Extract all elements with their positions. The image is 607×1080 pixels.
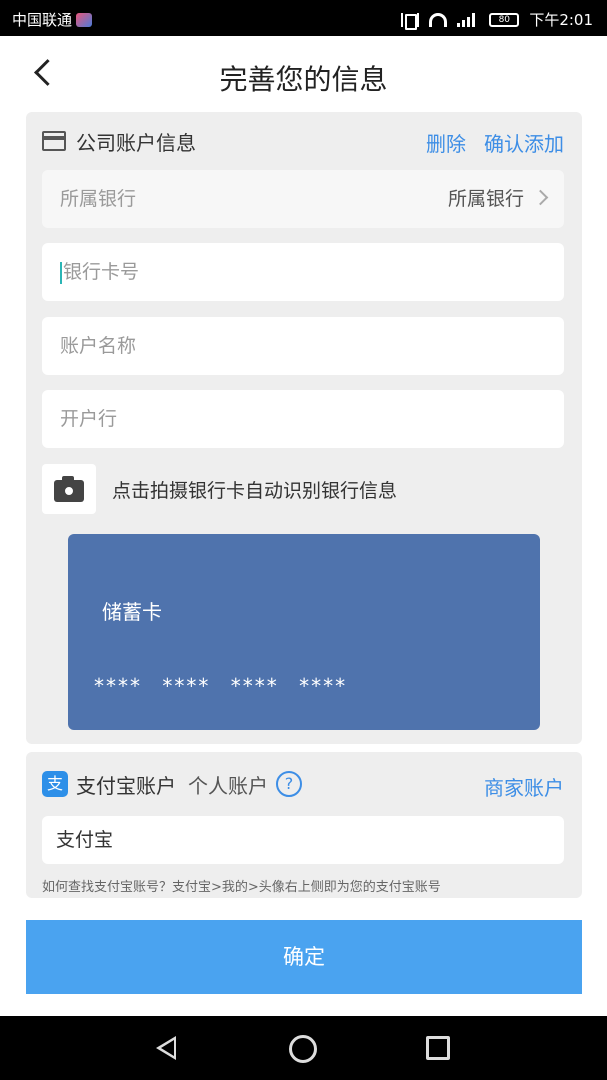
status-bar: 中国联通 80 下午2:01 [0, 0, 607, 36]
scan-card-button[interactable]: 点击拍摄银行卡自动识别银行信息 [42, 464, 397, 514]
card-type: 储蓄卡 [102, 600, 162, 624]
clock: 下午2:01 [529, 11, 593, 29]
company-account-actions: 删除 确认添加 [426, 128, 564, 157]
nav-recent-apps-icon[interactable] [426, 1036, 450, 1060]
card-number-placeholder: 银行卡号 [63, 261, 140, 283]
carrier-info: 中国联通 [12, 9, 93, 30]
opening-bank-field[interactable]: 开户行 [42, 390, 564, 448]
alipay-title: 支付宝账户 [76, 773, 176, 798]
status-icons: 80 下午2:01 [401, 9, 593, 30]
vibrate-icon [401, 12, 420, 30]
signal-icon [457, 12, 479, 27]
delete-button[interactable]: 删除 [426, 128, 466, 157]
bank-select[interactable]: 所属银行 所属银行 [42, 170, 564, 228]
chevron-right-icon [532, 189, 549, 206]
carrier-name: 中国联通 [12, 11, 73, 29]
opening-bank-placeholder: 开户行 [60, 408, 118, 430]
nav-home-icon[interactable] [289, 1035, 317, 1063]
company-account-title: 公司账户信息 [76, 130, 196, 155]
bank-select-placeholder: 所属银行 [60, 188, 137, 210]
company-account-header: 公司账户信息 [42, 126, 196, 156]
merchant-account-tab[interactable]: 商家账户 [484, 772, 564, 801]
text-cursor [60, 261, 62, 284]
wifi-icon [429, 12, 448, 27]
battery-icon: 80 [489, 12, 520, 27]
alipay-hint: 如何查找支付宝账号？支付宝>我的>头像右上侧即为您的支付宝账号 [42, 880, 441, 895]
navigation-bar [0, 1016, 607, 1080]
bank-select-value: 所属银行 [447, 188, 524, 210]
page-title: 完善您的信息 [219, 63, 388, 96]
personal-account-tab[interactable]: 个人账户 [188, 770, 268, 799]
alipay-header: 支 支付宝账户 个人账户 ? [42, 766, 302, 802]
bank-card-preview: 储蓄卡 **** **** **** **** [68, 534, 540, 730]
account-name-field[interactable]: 账户名称 [42, 317, 564, 375]
confirm-button[interactable]: 确定 [26, 920, 582, 994]
alipay-account-field[interactable]: 支付宝 [42, 816, 564, 864]
camera-icon[interactable] [42, 464, 96, 514]
alipay-section: 支 支付宝账户 个人账户 ? 商家账户 支付宝 如何查找支付宝账号？支付宝>我的… [26, 752, 582, 898]
help-icon[interactable]: ? [276, 771, 302, 797]
app-header: 完善您的信息 [0, 36, 607, 112]
app-notification-icon [76, 12, 93, 27]
scan-hint-text: 点击拍摄银行卡自动识别银行信息 [112, 479, 398, 502]
company-account-section: 公司账户信息 删除 确认添加 所属银行 所属银行 银行卡号 账户名称 开户行 点… [26, 112, 582, 744]
nav-back-icon[interactable] [156, 1036, 176, 1060]
card-icon [42, 131, 66, 151]
account-name-placeholder: 账户名称 [60, 335, 137, 357]
card-number-field[interactable]: 银行卡号 [42, 243, 564, 301]
alipay-icon: 支 [42, 771, 68, 797]
card-number-mask: **** **** **** **** [94, 674, 348, 698]
confirm-add-button[interactable]: 确认添加 [484, 128, 564, 157]
